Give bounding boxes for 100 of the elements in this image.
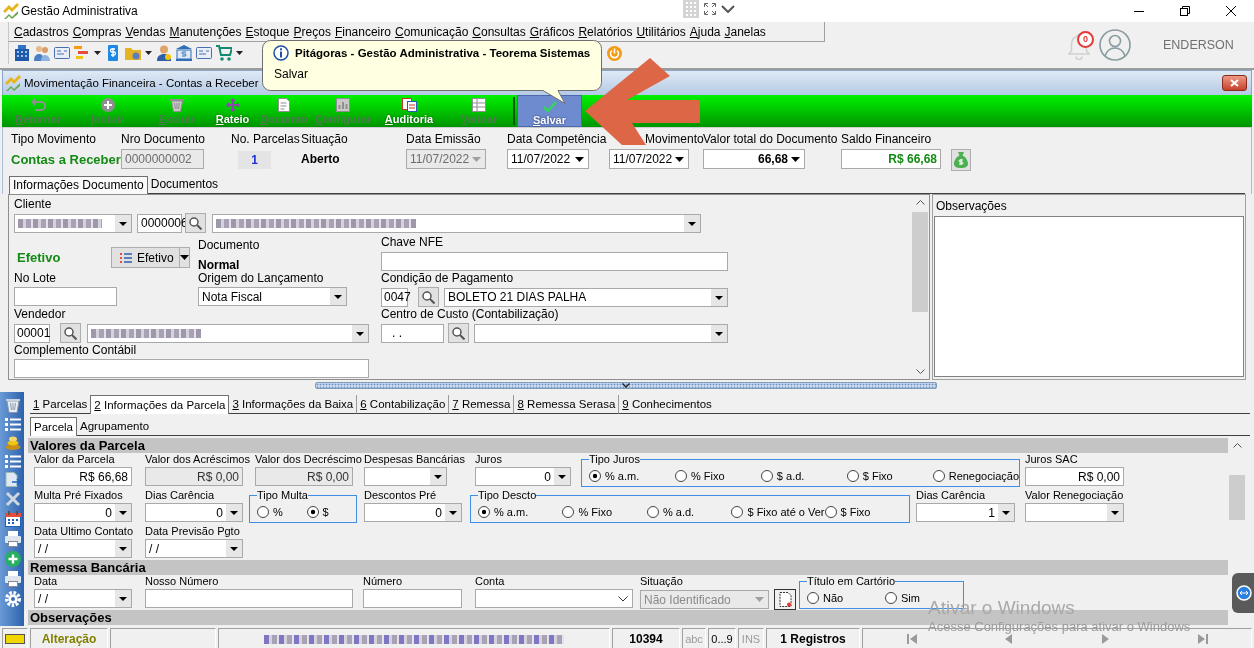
chevron-down-icon[interactable]: [721, 5, 735, 13]
menu-item[interactable]: Ajuda: [687, 24, 723, 39]
dropdown-caret-icon[interactable]: [179, 255, 189, 260]
search-button[interactable]: [448, 323, 469, 343]
building-icon[interactable]: [14, 45, 30, 61]
amount-field[interactable]: R$ 0,00: [1025, 467, 1124, 486]
double-arrow-tab-icon[interactable]: [1232, 573, 1254, 613]
folder-icon[interactable]: [125, 45, 141, 61]
radio-button[interactable]: [306, 505, 319, 518]
search-button[interactable]: [185, 213, 206, 233]
amount-combo[interactable]: 66,68: [703, 149, 805, 169]
tab[interactable]: 3 Informações da Baixa: [229, 395, 358, 414]
text-field[interactable]: [363, 589, 462, 608]
value-combo[interactable]: 1: [916, 503, 1015, 522]
document-arrow-icon[interactable]: [5, 472, 21, 487]
amount-field[interactable]: R$ 66,68: [34, 467, 132, 486]
menu-item[interactable]: Preços: [291, 24, 333, 39]
text-field[interactable]: [381, 252, 728, 271]
menu-item[interactable]: Estoque: [243, 24, 292, 39]
chevron-down-icon[interactable]: [622, 383, 630, 388]
menu-item[interactable]: Compras: [70, 24, 124, 39]
value-combo[interactable]: 0: [475, 467, 571, 486]
dropdown-caret-icon[interactable]: [115, 590, 131, 607]
list-icon[interactable]: [5, 454, 21, 468]
radio-button[interactable]: [824, 505, 837, 518]
dropdown-caret-icon[interactable]: [330, 288, 346, 305]
cross-icon[interactable]: [5, 491, 21, 507]
menu-item[interactable]: Cadastros: [12, 24, 71, 39]
radio-button[interactable]: [646, 505, 659, 518]
tab[interactable]: Informações Documento: [9, 176, 148, 194]
tab[interactable]: 7 Remessa: [449, 395, 515, 414]
status-button[interactable]: Efetivo: [111, 247, 190, 268]
dropdown-caret-icon[interactable]: [1107, 504, 1123, 521]
menu-item[interactable]: Relatórios: [576, 24, 635, 39]
tab[interactable]: 6 Contabilização: [357, 395, 450, 414]
code-field[interactable]: . .: [381, 323, 444, 343]
dropdown-caret-icon[interactable]: [575, 156, 584, 162]
origin-combo[interactable]: Nota Fiscal: [198, 287, 347, 306]
date-combo[interactable]: 11/07/2022: [609, 149, 689, 169]
radio-button[interactable]: [257, 505, 269, 518]
date-combo[interactable]: / /: [34, 589, 132, 608]
cart-icon[interactable]: [216, 45, 232, 61]
printer-icon[interactable]: [5, 571, 21, 587]
value-combo[interactable]: 0: [364, 503, 462, 522]
menu-item[interactable]: Financeiro: [332, 24, 393, 39]
dropdown-caret-icon[interactable]: [145, 51, 152, 55]
person-icon[interactable]: [156, 45, 172, 61]
dropdown-caret-icon[interactable]: [684, 214, 700, 232]
calendar-icon[interactable]: [5, 511, 21, 527]
scrollbar-thumb[interactable]: [1229, 475, 1245, 520]
radio-button[interactable]: [478, 505, 490, 518]
text-field[interactable]: [14, 287, 117, 306]
dropdown-caret-icon[interactable]: [226, 540, 242, 557]
dropdown-caret-icon[interactable]: [115, 504, 131, 521]
dropdown-caret-icon[interactable]: [711, 288, 727, 306]
date-combo[interactable]: 11/07/2022: [507, 149, 589, 169]
text-field[interactable]: [14, 359, 369, 378]
text-field[interactable]: [145, 589, 353, 608]
radio-button[interactable]: [589, 469, 601, 482]
tab[interactable]: 9 Conhecimentos: [619, 395, 715, 414]
list-icon[interactable]: [5, 417, 21, 431]
radio-button[interactable]: [807, 591, 819, 604]
dropdown-caret-icon[interactable]: [445, 504, 461, 521]
menu-item[interactable]: Consultas: [470, 24, 528, 39]
dropdown-caret-icon[interactable]: [711, 324, 727, 342]
radio-button[interactable]: [885, 591, 897, 604]
radio-button[interactable]: [731, 505, 744, 518]
dropdown-caret-icon[interactable]: [236, 51, 243, 55]
menu-item[interactable]: Manutenções: [167, 24, 244, 39]
dropdown-caret-icon[interactable]: [115, 540, 131, 557]
dropdown-caret-icon[interactable]: [791, 156, 800, 162]
radio-button[interactable]: [932, 469, 945, 482]
dropdown-caret-icon[interactable]: [554, 468, 570, 485]
plus-circle-icon[interactable]: [5, 551, 21, 567]
bell-icon[interactable]: [1068, 33, 1090, 60]
radio-button[interactable]: [562, 505, 575, 518]
code-field[interactable]: 0047: [381, 287, 408, 307]
trash-icon[interactable]: [5, 397, 21, 413]
expand-icon[interactable]: [704, 3, 716, 15]
printer-icon[interactable]: [5, 531, 21, 547]
tab[interactable]: 2 Informações da Parcela: [90, 395, 230, 414]
menu-item[interactable]: Gráficos: [527, 24, 577, 39]
close-button[interactable]: [1222, 75, 1247, 91]
card-icon[interactable]: [196, 45, 212, 61]
chevron-down-icon[interactable]: [618, 595, 628, 602]
radio-button[interactable]: [846, 469, 859, 482]
dropdown-caret-icon[interactable]: [998, 504, 1014, 521]
dropdown-caret-icon[interactable]: [430, 468, 446, 485]
card-icon[interactable]: [54, 45, 70, 61]
code-field[interactable]: 00001: [14, 323, 50, 343]
tab[interactable]: Parcela: [30, 417, 77, 436]
splitter-handle[interactable]: [315, 382, 937, 389]
tab[interactable]: Agrupamento: [77, 417, 153, 436]
tab[interactable]: 8 Remessa Serasa: [514, 395, 620, 414]
dropdown-caret-icon[interactable]: [352, 324, 368, 342]
dropdown-caret-icon[interactable]: [675, 156, 684, 162]
people-icon[interactable]: [34, 45, 50, 61]
menu-item[interactable]: Vendas: [123, 24, 168, 39]
date-combo[interactable]: / /: [34, 539, 132, 558]
observations-field[interactable]: [934, 216, 1244, 377]
